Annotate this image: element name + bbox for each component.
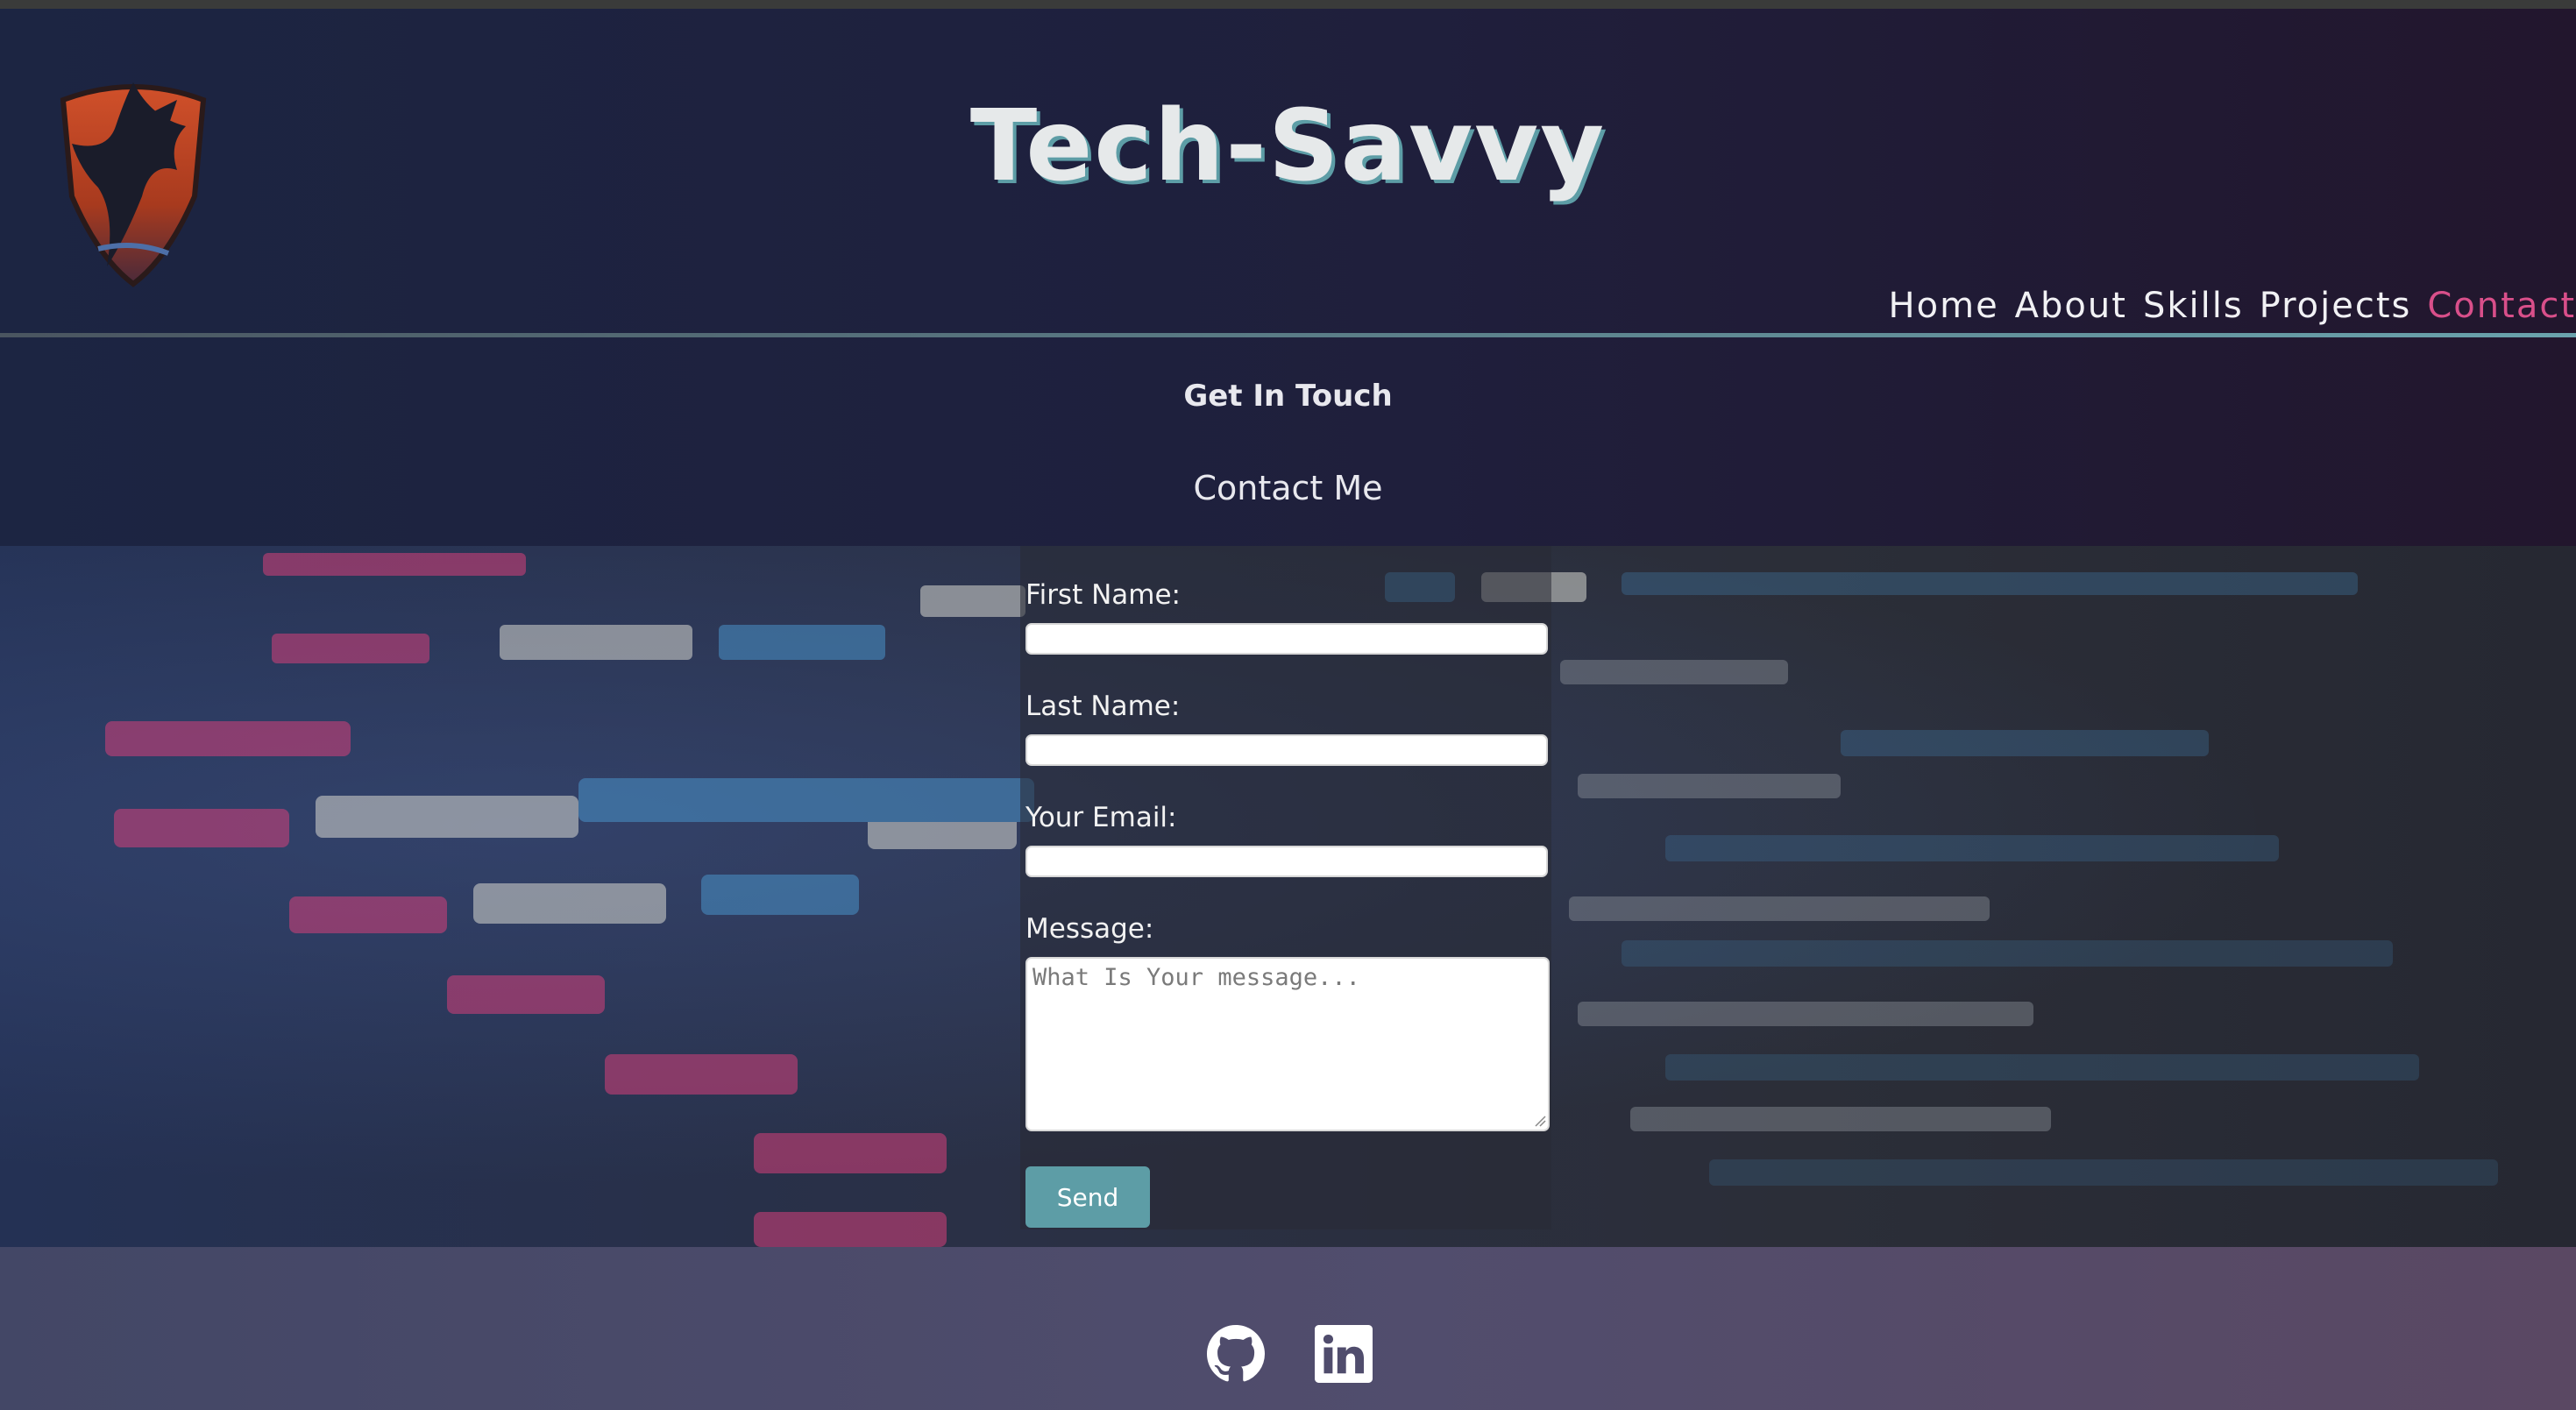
first-name-label: First Name: xyxy=(1025,579,1181,611)
email-label: Your Email: xyxy=(1025,802,1177,833)
nav-home[interactable]: Home xyxy=(1889,286,1999,326)
last-name-input[interactable] xyxy=(1025,734,1548,766)
github-icon[interactable] xyxy=(1207,1325,1265,1383)
get-in-touch-heading: Get In Touch xyxy=(1183,379,1393,414)
message-label: Message: xyxy=(1025,913,1154,945)
nav-projects[interactable]: Projects xyxy=(2260,286,2412,326)
linkedin-icon[interactable] xyxy=(1315,1325,1373,1383)
message-textarea[interactable] xyxy=(1025,957,1550,1131)
nav-skills[interactable]: Skills xyxy=(2143,286,2244,326)
first-name-input[interactable] xyxy=(1025,623,1548,655)
main-nav: Home About Skills Projects Contact xyxy=(1889,275,2576,337)
contact-me-heading: Contact Me xyxy=(1193,469,1383,507)
nav-contact[interactable]: Contact xyxy=(2427,286,2576,326)
send-button[interactable]: Send xyxy=(1025,1166,1150,1228)
site-header: Tech-Savvy Home About Skills Projects Co… xyxy=(0,9,2576,337)
email-input[interactable] xyxy=(1025,846,1548,877)
top-strip xyxy=(0,0,2576,9)
site-title: Tech-Savvy xyxy=(969,89,1607,203)
last-name-label: Last Name: xyxy=(1025,691,1181,722)
intro-section xyxy=(0,337,2576,546)
nav-about[interactable]: About xyxy=(2015,286,2127,326)
site-footer xyxy=(0,1247,2576,1410)
resize-grip-icon[interactable] xyxy=(1532,1113,1546,1127)
